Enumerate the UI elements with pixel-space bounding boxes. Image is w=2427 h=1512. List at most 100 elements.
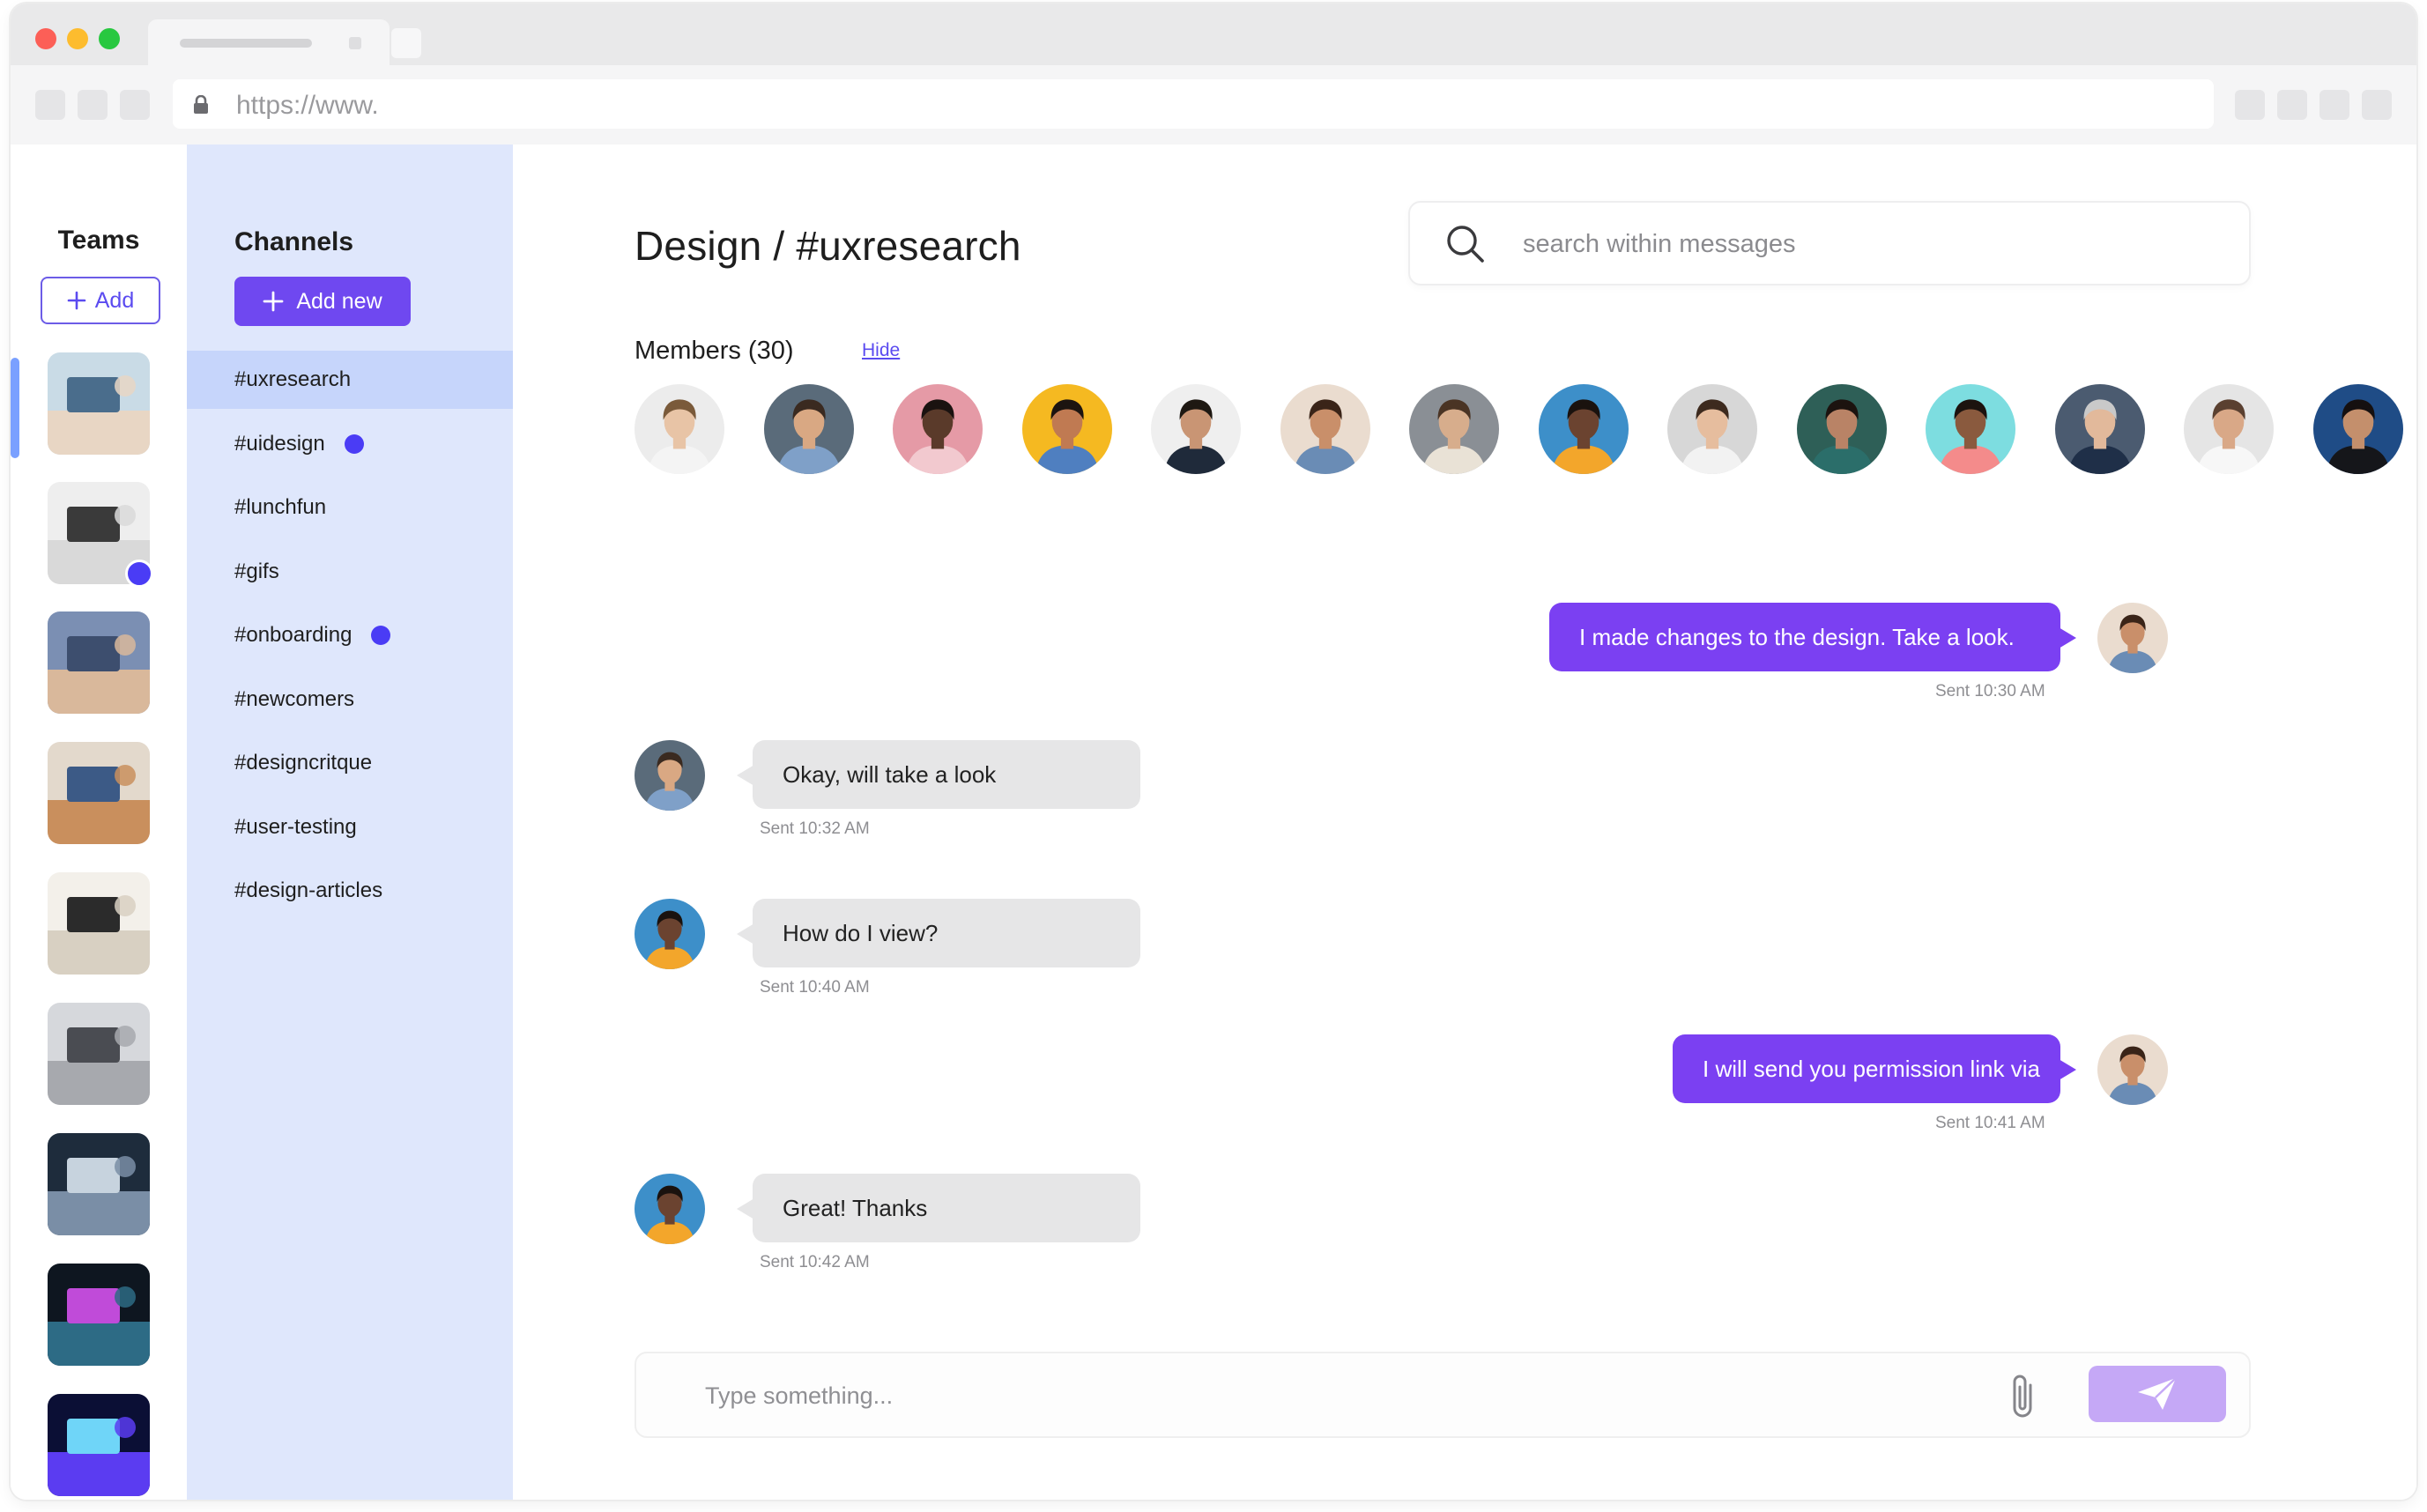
channel-item[interactable]: #designcritque bbox=[187, 734, 513, 792]
active-team-indicator bbox=[11, 358, 19, 458]
member-avatar[interactable] bbox=[1796, 384, 1887, 474]
browser-menu-button[interactable] bbox=[2362, 90, 2392, 120]
address-bar[interactable]: https://www. bbox=[173, 79, 2214, 129]
channel-item[interactable]: #newcomers bbox=[187, 671, 513, 729]
maximize-window-button[interactable] bbox=[99, 28, 120, 49]
sender-avatar[interactable] bbox=[635, 1174, 705, 1244]
member-avatar[interactable] bbox=[1409, 384, 1499, 474]
message-input[interactable] bbox=[705, 1376, 2027, 1415]
channel-label: #onboarding bbox=[234, 623, 353, 647]
conversation-pane: Design / #uxresearch Members (30) Hide I… bbox=[513, 145, 2416, 1500]
message-timestamp: Sent 10:30 AM bbox=[1935, 682, 2045, 700]
channels-title: Channels bbox=[234, 227, 354, 256]
unread-indicator bbox=[371, 626, 391, 645]
close-window-button[interactable] bbox=[35, 28, 56, 49]
channel-item[interactable]: #uidesign bbox=[187, 415, 513, 473]
add-team-label: Add bbox=[94, 287, 135, 313]
channel-label: #design-articles bbox=[234, 878, 383, 902]
forward-button[interactable] bbox=[78, 90, 108, 120]
message-timestamp: Sent 10:40 AM bbox=[760, 978, 870, 997]
member-avatar[interactable] bbox=[635, 384, 724, 474]
team-image bbox=[48, 611, 150, 714]
team-image bbox=[48, 1264, 150, 1366]
hide-members-link[interactable]: Hide bbox=[862, 340, 900, 361]
channel-label: #lunchfun bbox=[234, 495, 327, 519]
team-tile[interactable] bbox=[48, 1003, 150, 1105]
team-notification-badge bbox=[125, 560, 153, 588]
member-avatar[interactable] bbox=[1538, 384, 1629, 474]
message-search[interactable] bbox=[1408, 201, 2251, 285]
add-channel-button[interactable]: Add new bbox=[234, 277, 411, 326]
outgoing-message[interactable]: I will send you permission link via bbox=[1673, 1034, 2076, 1103]
reload-button[interactable] bbox=[120, 90, 150, 120]
team-tile[interactable] bbox=[48, 1394, 150, 1496]
teams-title: Teams bbox=[57, 226, 140, 255]
search-icon bbox=[1447, 226, 1484, 263]
team-tile[interactable] bbox=[48, 872, 150, 975]
sender-avatar[interactable] bbox=[2097, 1034, 2168, 1105]
incoming-message[interactable]: Okay, will take a look bbox=[737, 740, 1140, 809]
member-avatar[interactable] bbox=[1151, 384, 1241, 474]
channel-item[interactable]: #uxresearch bbox=[187, 351, 513, 409]
page-title: Design / #uxresearch bbox=[635, 223, 1021, 269]
team-image bbox=[48, 1133, 150, 1235]
member-avatar[interactable] bbox=[2054, 384, 2145, 474]
team-tile[interactable] bbox=[48, 1133, 150, 1235]
lock-icon bbox=[194, 95, 208, 114]
browser-titlebar bbox=[11, 4, 2416, 65]
member-avatar[interactable] bbox=[893, 384, 983, 474]
unread-indicator bbox=[344, 434, 364, 454]
message-composer bbox=[635, 1352, 2251, 1438]
send-icon bbox=[2138, 1377, 2177, 1410]
member-avatar[interactable] bbox=[1021, 384, 1112, 474]
channel-label: #newcomers bbox=[234, 686, 355, 711]
sender-avatar[interactable] bbox=[635, 899, 705, 969]
channel-label: #designcritque bbox=[234, 751, 373, 775]
channel-item[interactable]: #design-articles bbox=[187, 862, 513, 920]
member-avatar[interactable] bbox=[1667, 384, 1757, 474]
team-image bbox=[48, 1394, 150, 1496]
team-tile[interactable] bbox=[48, 1264, 150, 1366]
paperclip-icon[interactable] bbox=[2006, 1371, 2041, 1422]
members-title: Members (30) bbox=[635, 337, 794, 365]
member-avatar[interactable] bbox=[1926, 384, 2015, 474]
channel-item[interactable]: #lunchfun bbox=[187, 478, 513, 537]
chat-app: Teams Add Channels Add new #uxresearch #u… bbox=[11, 145, 2416, 1500]
sender-avatar[interactable] bbox=[635, 740, 705, 811]
team-tile[interactable] bbox=[48, 611, 150, 714]
incoming-message[interactable]: How do I view? bbox=[737, 899, 1140, 967]
add-team-button[interactable]: Add bbox=[41, 277, 160, 324]
member-avatar[interactable] bbox=[2184, 384, 2274, 474]
outgoing-message[interactable]: I made changes to the design. Take a loo… bbox=[1549, 603, 2076, 671]
channel-item[interactable]: #onboarding bbox=[187, 606, 513, 664]
team-tile[interactable] bbox=[48, 742, 150, 844]
plus-icon bbox=[67, 291, 86, 310]
message-timestamp: Sent 10:41 AM bbox=[1935, 1114, 2045, 1132]
sender-avatar[interactable] bbox=[2097, 603, 2168, 673]
incoming-message[interactable]: Great! Thanks bbox=[737, 1174, 1140, 1242]
tab-title-placeholder bbox=[180, 39, 312, 48]
add-channel-label: Add new bbox=[296, 288, 382, 314]
extension-button-3[interactable] bbox=[2319, 90, 2349, 120]
extension-button-2[interactable] bbox=[2277, 90, 2307, 120]
channel-label: #user-testing bbox=[234, 814, 357, 839]
member-avatar[interactable] bbox=[2312, 384, 2403, 474]
team-tile[interactable] bbox=[48, 352, 150, 455]
send-button[interactable] bbox=[2089, 1366, 2226, 1422]
channel-item[interactable]: #gifs bbox=[187, 543, 513, 601]
member-avatar[interactable] bbox=[1280, 384, 1370, 474]
extension-button-1[interactable] bbox=[2235, 90, 2265, 120]
back-button[interactable] bbox=[35, 90, 65, 120]
new-tab-button[interactable] bbox=[391, 28, 421, 58]
channels-sidebar: Channels Add new #uxresearch #uidesign #lu… bbox=[187, 145, 513, 1500]
channel-item[interactable]: #user-testing bbox=[187, 798, 513, 856]
channel-label: #uidesign bbox=[234, 431, 325, 456]
team-image bbox=[48, 742, 150, 844]
member-avatar[interactable] bbox=[763, 384, 854, 474]
team-image bbox=[48, 352, 150, 455]
browser-tab[interactable] bbox=[148, 19, 390, 65]
search-input[interactable] bbox=[1523, 224, 2210, 264]
minimize-window-button[interactable] bbox=[67, 28, 88, 49]
message-timestamp: Sent 10:42 AM bbox=[760, 1253, 870, 1271]
tab-close-icon[interactable] bbox=[349, 37, 361, 49]
